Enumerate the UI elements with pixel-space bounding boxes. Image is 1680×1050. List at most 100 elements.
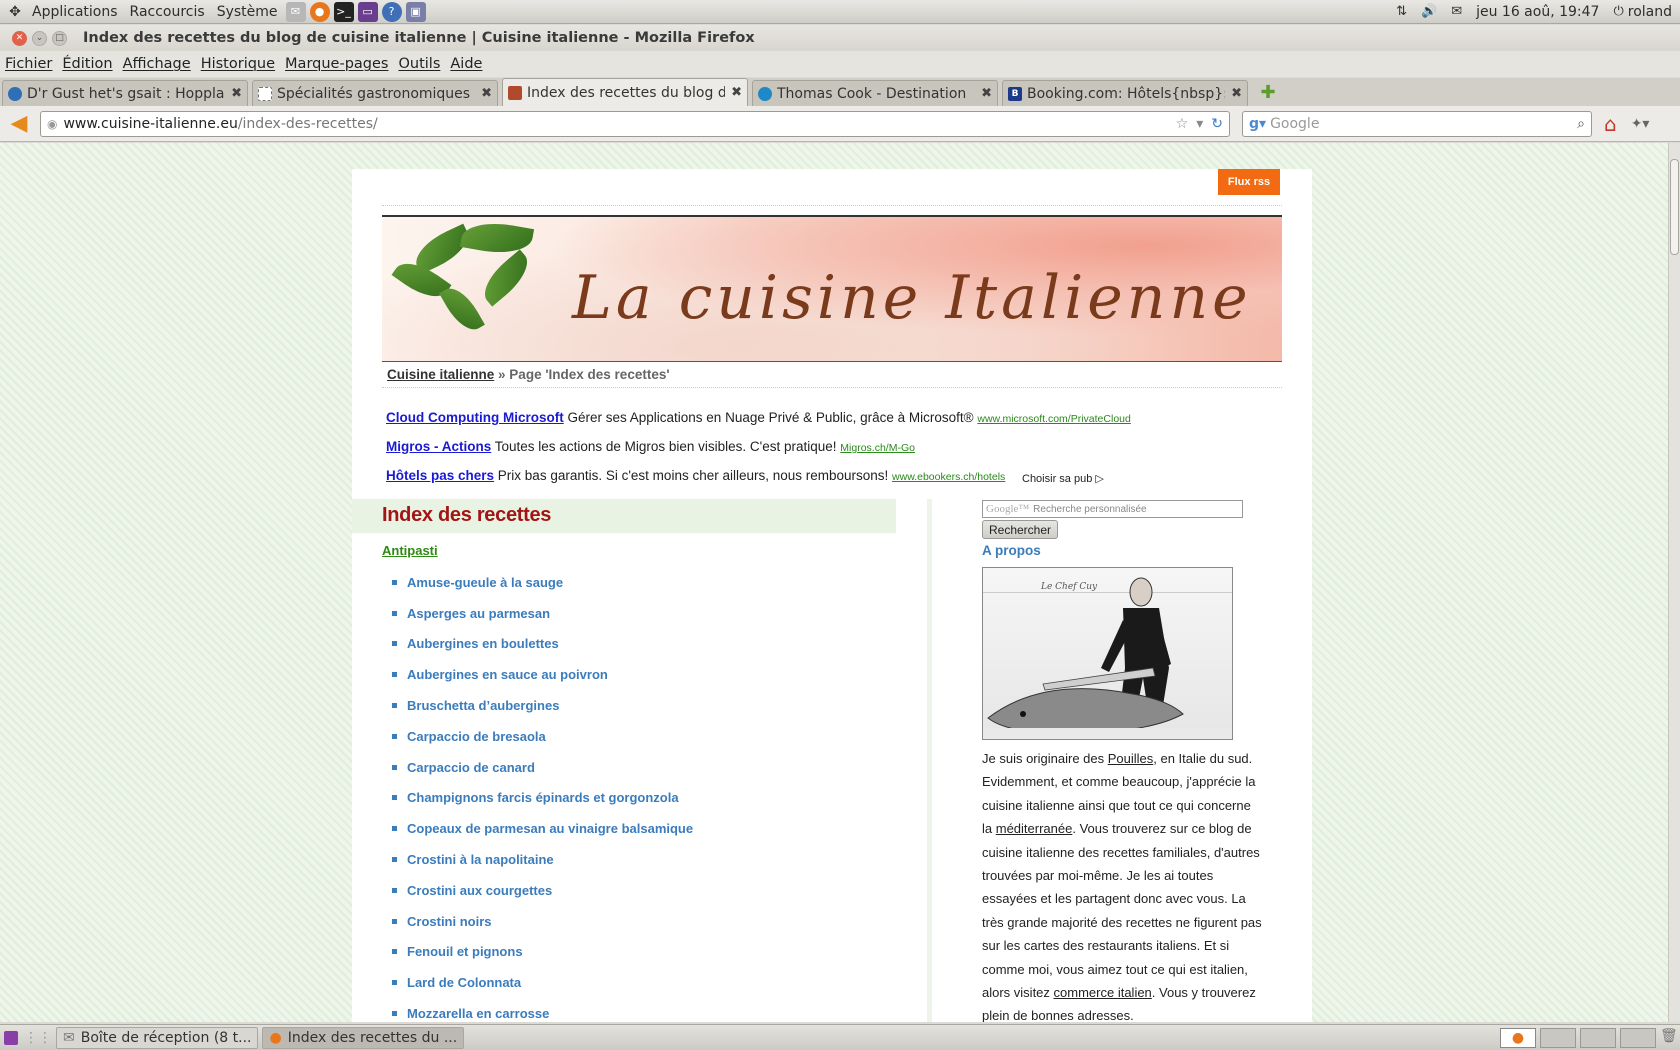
recipe-link[interactable]: Aubergines en sauce au poivron	[392, 659, 693, 690]
ad-url-link[interactable]: Migros.ch/M-Go	[840, 442, 915, 454]
close-tab-icon[interactable]: ✖	[231, 86, 242, 101]
volume-icon[interactable]: 🔊	[1421, 4, 1437, 19]
recipe-link[interactable]: Bruschetta d’aubergines	[392, 690, 693, 721]
workspace-3[interactable]	[1580, 1027, 1616, 1048]
reload-icon[interactable]: ↻	[1211, 116, 1223, 132]
new-tab-plus-icon[interactable]: ✚	[1256, 81, 1280, 103]
tab-specialites[interactable]: Spécialités gastronomiques ... ✖	[252, 80, 498, 106]
google-engine-icon[interactable]: g▾	[1249, 116, 1266, 132]
bookmark-star-icon[interactable]: ☆	[1176, 116, 1189, 132]
tab-label: D'r Gust het's gsait : Hoppla....	[27, 85, 226, 102]
custom-search-input[interactable]: Google™ Recherche personnalisée	[982, 500, 1243, 518]
close-tab-icon[interactable]: ✖	[981, 86, 992, 101]
menu-aide[interactable]: Aide	[445, 56, 487, 72]
menu-affichage[interactable]: Affichage	[118, 56, 196, 72]
recipe-link[interactable]: Copeaux de parmesan au vinaigre balsamiq…	[392, 813, 693, 844]
menu-systeme[interactable]: Système	[211, 4, 284, 20]
taskbar-item-mail[interactable]: ✉ Boîte de réception (8 t...	[56, 1026, 259, 1049]
screenshot-launcher-icon[interactable]: ▣	[405, 1, 426, 22]
recipe-link[interactable]: Asperges au parmesan	[392, 598, 693, 629]
gnome-foot-icon[interactable]: ✥	[4, 1, 26, 23]
terminal-launcher-icon[interactable]: >_	[333, 1, 354, 22]
minimize-window-icon[interactable]: ⌄	[32, 30, 47, 46]
close-tab-icon[interactable]: ✖	[481, 86, 492, 101]
commerce-italien-link[interactable]: commerce italien	[1054, 985, 1152, 1000]
workspace-2[interactable]	[1540, 1027, 1576, 1048]
tab-booking[interactable]: B Booking.com: Hôtels{nbsp}:... ✖	[1002, 80, 1248, 106]
monitor-launcher-icon[interactable]: ▭	[357, 1, 378, 22]
ad-title-link[interactable]: Hôtels pas chers	[386, 468, 494, 483]
pouilles-link[interactable]: Pouilles	[1108, 751, 1154, 766]
page-viewport: Flux rss La cuisine Italienne Cuisine it…	[0, 143, 1668, 1022]
google-watermark: Google™	[986, 503, 1030, 515]
home-icon[interactable]: ⌂	[1604, 112, 1617, 136]
ad-item: Cloud Computing Microsoft Gérer ses Appl…	[386, 410, 1131, 425]
recipe-link[interactable]: Aubergines en boulettes	[392, 629, 693, 660]
workspace-switcher[interactable]: ● 🗑	[1500, 1027, 1680, 1048]
web-search-box[interactable]: g▾ Google ⌕	[1242, 110, 1592, 137]
menu-applications[interactable]: Applications	[26, 4, 124, 20]
tab-thomas-cook[interactable]: Thomas Cook - Destination ✖	[752, 80, 998, 106]
power-icon: ⏻	[1613, 4, 1624, 19]
site-banner[interactable]: La cuisine Italienne	[382, 215, 1282, 362]
favicon-icon	[8, 86, 22, 101]
taskbar-label: Index des recettes du ...	[287, 1029, 458, 1046]
mail-launcher-icon[interactable]: ✉	[285, 1, 306, 22]
ad-choice-link[interactable]: Choisir sa pub ▷	[1022, 472, 1104, 485]
close-window-icon[interactable]: ✕	[12, 30, 27, 46]
recipe-link[interactable]: Amuse-gueule à la sauge	[392, 567, 693, 598]
menu-marque-pages[interactable]: Marque-pages	[280, 56, 393, 72]
breadcrumb-home-link[interactable]: Cuisine italienne	[387, 367, 494, 382]
rss-button[interactable]: Flux rss	[1218, 169, 1280, 195]
search-button[interactable]: Rechercher	[982, 520, 1058, 539]
recipe-link[interactable]: Crostini aux courgettes	[392, 875, 693, 906]
search-magnifier-icon[interactable]: ⌕	[1577, 116, 1585, 132]
tab-index-recettes[interactable]: Index des recettes du blog d... ✖	[502, 78, 748, 106]
maximize-window-icon[interactable]: □	[52, 30, 67, 46]
mail-indicator-icon[interactable]: ✉	[1451, 4, 1462, 19]
recipe-link[interactable]: Crostini noirs	[392, 906, 693, 937]
scroll-thumb[interactable]	[1670, 159, 1679, 255]
workspace-1[interactable]: ●	[1500, 1027, 1536, 1048]
recipe-link[interactable]: Champignons farcis épinards et gorgonzol…	[392, 783, 693, 814]
menu-raccourcis[interactable]: Raccourcis	[124, 4, 211, 20]
recipe-link[interactable]: Crostini à la napolitaine	[392, 844, 693, 875]
page-scrollbar[interactable]	[1668, 143, 1680, 1022]
firefox-launcher-icon[interactable]: ●	[309, 1, 330, 22]
menu-outils[interactable]: Outils	[393, 56, 445, 72]
navigation-toolbar: ◀ ◉ www.cuisine-italienne.eu /index-des-…	[0, 106, 1680, 142]
ad-url-link[interactable]: www.microsoft.com/PrivateCloud	[977, 413, 1130, 425]
show-desktop-icon[interactable]	[4, 1030, 18, 1045]
tab-dr-gust[interactable]: D'r Gust het's gsait : Hoppla.... ✖	[2, 80, 248, 106]
tab-label: Booking.com: Hôtels{nbsp}:...	[1027, 85, 1226, 102]
ad-url-link[interactable]: www.ebookers.ch/hotels	[892, 471, 1005, 483]
window-title: Index des recettes du blog de cuisine it…	[83, 30, 755, 46]
menu-fichier[interactable]: Fichier	[0, 56, 57, 72]
site-identity-icon[interactable]: ◉	[47, 117, 57, 131]
workspace-4[interactable]	[1620, 1027, 1656, 1048]
trash-icon[interactable]: 🗑	[1660, 1028, 1678, 1048]
recipe-link[interactable]: Fenouil et pignons	[392, 937, 693, 968]
ad-item: Migros - Actions Toutes les actions de M…	[386, 439, 915, 454]
menu-edition[interactable]: Édition	[57, 56, 117, 72]
addon-icon[interactable]: ✦▾	[1631, 116, 1650, 132]
network-icon[interactable]: ⇅	[1396, 4, 1407, 19]
taskbar-item-firefox[interactable]: ● Index des recettes du ...	[262, 1026, 465, 1049]
mediterranee-link[interactable]: méditerranée	[996, 821, 1073, 836]
help-launcher-icon[interactable]: ?	[381, 1, 402, 22]
ad-title-link[interactable]: Cloud Computing Microsoft	[386, 410, 564, 425]
close-tab-icon[interactable]: ✖	[1231, 86, 1242, 101]
url-bar[interactable]: ◉ www.cuisine-italienne.eu /index-des-re…	[40, 110, 1230, 137]
recipe-link[interactable]: Carpaccio de canard	[392, 752, 693, 783]
history-dropdown-icon[interactable]: ▾	[1196, 116, 1203, 132]
clock[interactable]: jeu 16 aoû, 19:47	[1476, 4, 1599, 20]
recipe-link[interactable]: Carpaccio de bresaola	[392, 721, 693, 752]
recipe-link[interactable]: Mozzarella en carrosse	[392, 998, 693, 1022]
back-arrow-icon[interactable]: ◀	[6, 111, 32, 137]
category-link-antipasti[interactable]: Antipasti	[382, 543, 438, 558]
close-tab-icon[interactable]: ✖	[731, 85, 742, 100]
recipe-link[interactable]: Lard de Colonnata	[392, 967, 693, 998]
ad-title-link[interactable]: Migros - Actions	[386, 439, 491, 454]
menu-historique[interactable]: Historique	[196, 56, 280, 72]
user-menu[interactable]: ⏻ roland	[1613, 4, 1672, 20]
